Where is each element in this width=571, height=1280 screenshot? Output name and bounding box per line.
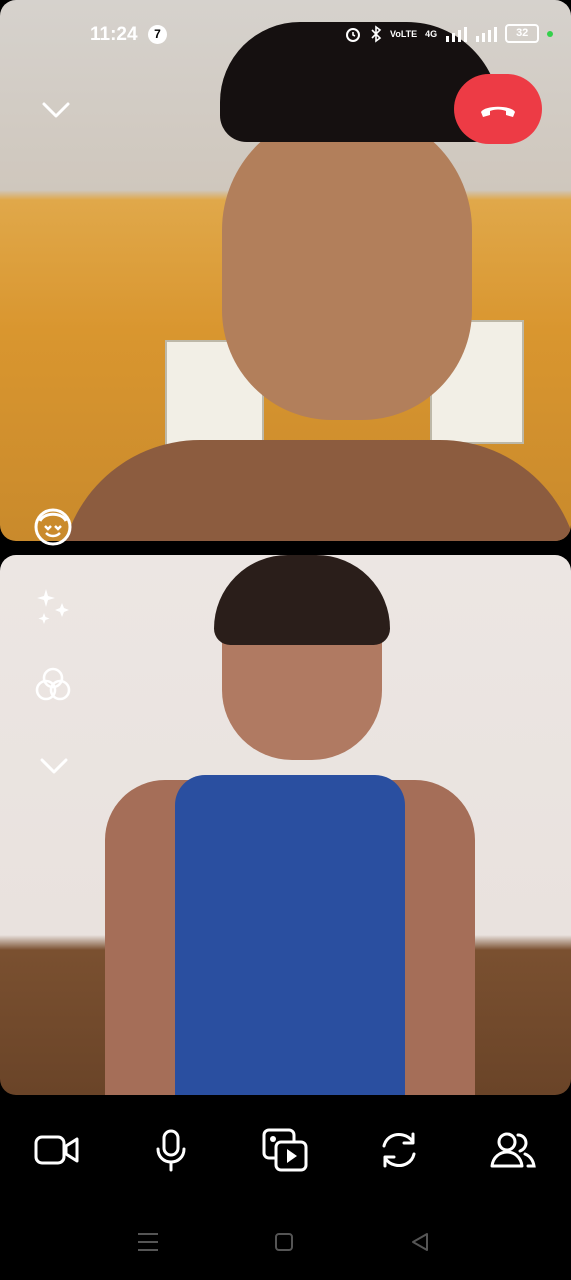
video-toggle-button[interactable] — [27, 1120, 87, 1180]
camera-flip-icon — [382, 1132, 416, 1168]
sparkles-icon — [37, 589, 69, 624]
network-type-label: 4G — [425, 28, 438, 39]
end-call-button[interactable] — [454, 74, 542, 144]
video-camera-icon — [34, 1135, 79, 1165]
participants-icon — [490, 1132, 536, 1168]
mute-button[interactable] — [141, 1120, 201, 1180]
self-video-feed[interactable] — [0, 555, 571, 1095]
charging-dot — [547, 30, 554, 37]
volte-label: VoLTE — [390, 28, 418, 39]
notification-badge: 7 — [148, 25, 167, 44]
overlapping-circles-icon — [35, 667, 71, 701]
back-nav-button[interactable] — [400, 1224, 440, 1260]
media-share-icon — [262, 1128, 308, 1172]
system-navigation-bar — [0, 1200, 571, 1280]
home-icon — [275, 1233, 293, 1251]
battery-indicator: 32 — [505, 24, 540, 43]
face-filter-button[interactable] — [30, 503, 76, 549]
face-filter-icon — [34, 508, 72, 546]
color-filter-button[interactable] — [30, 662, 76, 708]
status-icons: VoLTE 4G 32 — [344, 24, 554, 43]
chevron-down-icon — [42, 102, 70, 118]
status-time: 11:24 — [90, 24, 138, 45]
home-nav-button[interactable] — [264, 1224, 304, 1260]
back-icon — [412, 1233, 428, 1251]
self-participant-hair — [214, 555, 390, 645]
call-controls-bar — [0, 1100, 571, 1200]
media-share-button[interactable] — [255, 1120, 315, 1180]
bluetooth-icon — [371, 24, 382, 43]
phone-hangup-icon — [481, 106, 515, 117]
self-participant-top — [175, 775, 405, 1095]
effects-button[interactable] — [30, 583, 76, 629]
microphone-icon — [156, 1129, 186, 1172]
remote-participant-body — [60, 440, 571, 541]
remote-participant-face — [222, 110, 472, 420]
status-bar: 11:24 7 VoLTE 4G 32 — [0, 0, 571, 72]
flip-camera-button[interactable] — [369, 1120, 429, 1180]
collapse-call-button[interactable] — [36, 92, 76, 128]
chevron-down-icon — [40, 758, 68, 774]
alarm-icon — [346, 27, 360, 42]
recents-nav-button[interactable] — [128, 1224, 168, 1260]
signal-icon — [446, 26, 468, 42]
recents-icon — [138, 1233, 158, 1251]
participants-button[interactable] — [483, 1120, 543, 1180]
signal-icon-2 — [476, 26, 498, 42]
collapse-tools-button[interactable] — [34, 748, 74, 784]
